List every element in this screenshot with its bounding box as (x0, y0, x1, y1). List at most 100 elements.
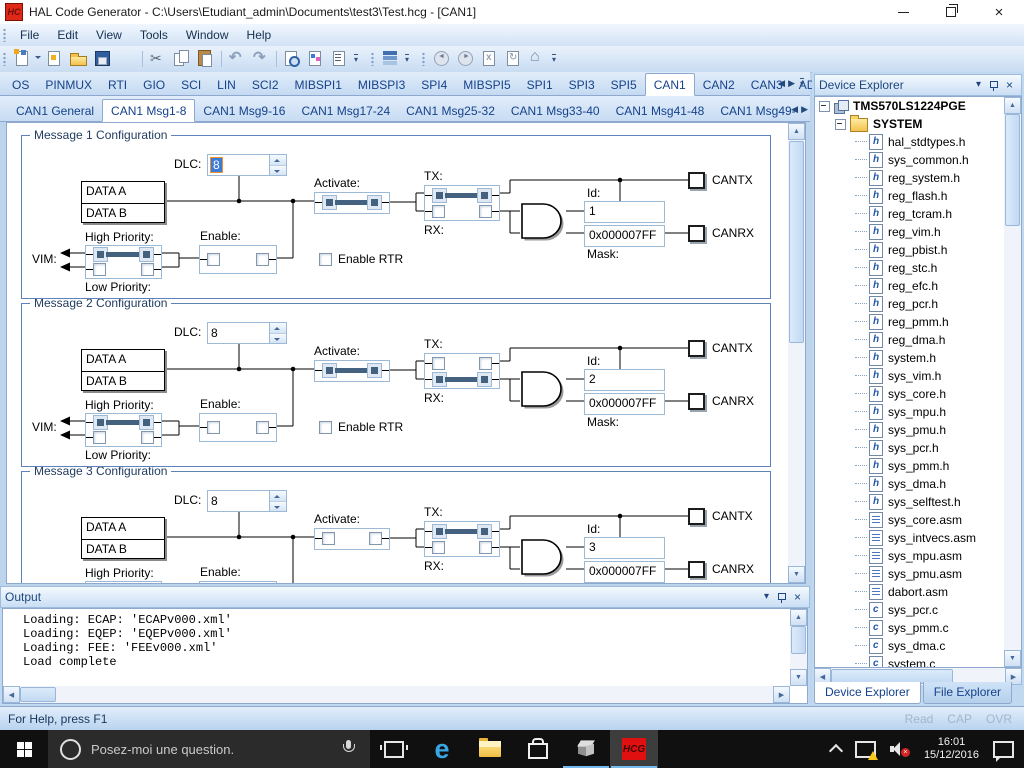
switch-row-connected[interactable] (315, 363, 389, 378)
edge-button[interactable]: e (418, 730, 466, 768)
tree-item-sys_pmm-c[interactable]: sys_pmm.c (815, 619, 1021, 637)
save-all-button[interactable] (116, 48, 138, 70)
dlc-spinner[interactable]: 8 (207, 322, 287, 344)
tree-item-reg_stc-h[interactable]: reg_stc.h (815, 259, 1021, 277)
tab-os[interactable]: OS (4, 74, 37, 95)
forward-button[interactable] (455, 48, 477, 70)
checkbox[interactable] (432, 357, 445, 370)
tree-item-sys_common-h[interactable]: sys_common.h (815, 151, 1021, 169)
switch-row-off[interactable] (425, 204, 499, 219)
tree-item-sys_vim-h[interactable]: sys_vim.h (815, 367, 1021, 385)
scroll-left-icon[interactable]: ◀ (3, 686, 20, 703)
enable-rtr-checkbox[interactable] (319, 421, 332, 434)
tab-scroll-left-icon[interactable]: ◀ (778, 78, 785, 88)
dlc-spinner[interactable]: 8 (207, 154, 287, 176)
generate-code-button[interactable] (380, 48, 402, 70)
volume-muted-icon[interactable]: × (890, 741, 910, 757)
cube-app-button[interactable] (562, 730, 610, 768)
enable-rtr-checkbox[interactable] (319, 253, 332, 266)
tab-spi1[interactable]: SPI1 (519, 74, 561, 95)
pin-icon[interactable] (777, 592, 786, 603)
action-center-icon[interactable] (993, 741, 1014, 758)
tree-item-sys_dma-c[interactable]: sys_dma.c (815, 637, 1021, 655)
spinner-up-icon[interactable] (270, 155, 286, 166)
subtab-scroll-left-icon[interactable]: ◀ (791, 104, 798, 114)
output-hscroll-thumb[interactable] (20, 687, 56, 702)
subtab-can1-msg33-40[interactable]: CAN1 Msg33-40 (503, 100, 608, 121)
activate-switch[interactable] (314, 192, 390, 214)
canvas-vertical-scrollbar[interactable]: ▲ ▼ (788, 123, 805, 583)
checkbox[interactable] (207, 421, 220, 434)
switch-row-connected[interactable] (315, 195, 389, 210)
enable-switch[interactable] (199, 245, 277, 274)
checkbox[interactable] (207, 253, 220, 266)
tree-item-sys_pmu-h[interactable]: sys_pmu.h (815, 421, 1021, 439)
switch-row-off[interactable] (86, 262, 161, 277)
id-input[interactable]: 3 (584, 537, 665, 559)
tree-item-sys_pmu-asm[interactable]: sys_pmu.asm (815, 565, 1021, 583)
panel-menu-icon[interactable]: ▾ (976, 80, 981, 90)
checkbox[interactable] (256, 421, 269, 434)
tree-item-sys_core-asm[interactable]: sys_core.asm (815, 511, 1021, 529)
tree-expander-icon[interactable] (835, 119, 846, 130)
new-button[interactable] (12, 48, 42, 70)
tab-pinmux[interactable]: PINMUX (37, 74, 100, 95)
tree-folder-system[interactable]: SYSTEM (815, 115, 1021, 133)
subtab-can1-msg25-32[interactable]: CAN1 Msg25-32 (398, 100, 503, 121)
priority-switch[interactable] (85, 413, 162, 447)
mask-input[interactable]: 0x000007FF (584, 225, 665, 247)
cut-button[interactable] (147, 48, 169, 70)
menu-help[interactable]: Help (238, 25, 281, 45)
txrx-switch[interactable] (424, 353, 500, 389)
checkbox[interactable] (256, 253, 269, 266)
tab-overflow-icon[interactable]: ▾ (800, 78, 804, 88)
scroll-down-icon[interactable]: ▼ (790, 669, 807, 686)
activate-switch[interactable] (314, 360, 390, 382)
panel-menu-icon[interactable]: ▾ (764, 592, 769, 602)
switch-row-off[interactable] (200, 252, 276, 267)
tree-item-reg_pmm-h[interactable]: reg_pmm.h (815, 313, 1021, 331)
spinner-down-icon[interactable] (270, 166, 286, 176)
tree-item-sys_mpu-asm[interactable]: sys_mpu.asm (815, 547, 1021, 565)
checkbox[interactable] (432, 541, 445, 554)
pin-icon[interactable] (989, 80, 998, 91)
preview-button[interactable] (281, 48, 303, 70)
switch-row-off[interactable] (86, 430, 161, 445)
copy-button[interactable] (171, 48, 193, 70)
tab-spi5[interactable]: SPI5 (603, 74, 645, 95)
subtab-can1-msg49-[interactable]: CAN1 Msg49- (712, 100, 803, 121)
network-status-icon[interactable] (855, 741, 876, 758)
hcg-taskbar-button[interactable]: HCG (610, 730, 658, 768)
switch-row-connected[interactable] (425, 372, 499, 387)
tree-item-sys_selftest-h[interactable]: sys_selftest.h (815, 493, 1021, 511)
spinner-down-icon[interactable] (270, 334, 286, 344)
mask-input[interactable]: 0x000007FF (584, 393, 665, 415)
checkbox[interactable] (479, 205, 492, 218)
tree-item-sys_mpu-h[interactable]: sys_mpu.h (815, 403, 1021, 421)
tree-item-sys_core-h[interactable]: sys_core.h (815, 385, 1021, 403)
tree-vscroll-thumb[interactable] (1005, 114, 1020, 226)
tree-item-sys_pmm-h[interactable]: sys_pmm.h (815, 457, 1021, 475)
panel-close-icon[interactable]: × (794, 592, 801, 602)
validate-button[interactable] (305, 48, 327, 70)
store-button[interactable] (514, 730, 562, 768)
scroll-up-icon[interactable]: ▲ (788, 123, 805, 140)
tree-item-system-c[interactable]: system.c (815, 655, 1021, 668)
save-button[interactable] (92, 48, 114, 70)
checkbox[interactable] (479, 541, 492, 554)
id-input[interactable]: 1 (584, 201, 665, 223)
switch-row-connected[interactable] (425, 188, 499, 203)
output-hscrollbar[interactable]: ◀ ▶ (3, 686, 790, 703)
tree-item-reg_dma-h[interactable]: reg_dma.h (815, 331, 1021, 349)
paste-button[interactable] (195, 48, 217, 70)
output-log[interactable]: Loading: ECAP: 'ECAPv000.xml'Loading: EQ… (2, 608, 808, 704)
scroll-up-icon[interactable]: ▲ (790, 609, 807, 626)
switch-row-off[interactable] (425, 540, 499, 555)
txrx-switch[interactable] (424, 185, 500, 221)
tab-mibspi1[interactable]: MIBSPI1 (287, 74, 350, 95)
cortana-search-box[interactable]: Posez-moi une question. (48, 730, 370, 768)
tree-item-reg_system-h[interactable]: reg_system.h (815, 169, 1021, 187)
tree-item-hal_stdtypes-h[interactable]: hal_stdtypes.h (815, 133, 1021, 151)
priority-switch[interactable] (85, 245, 162, 279)
canrx-port[interactable] (688, 393, 705, 410)
